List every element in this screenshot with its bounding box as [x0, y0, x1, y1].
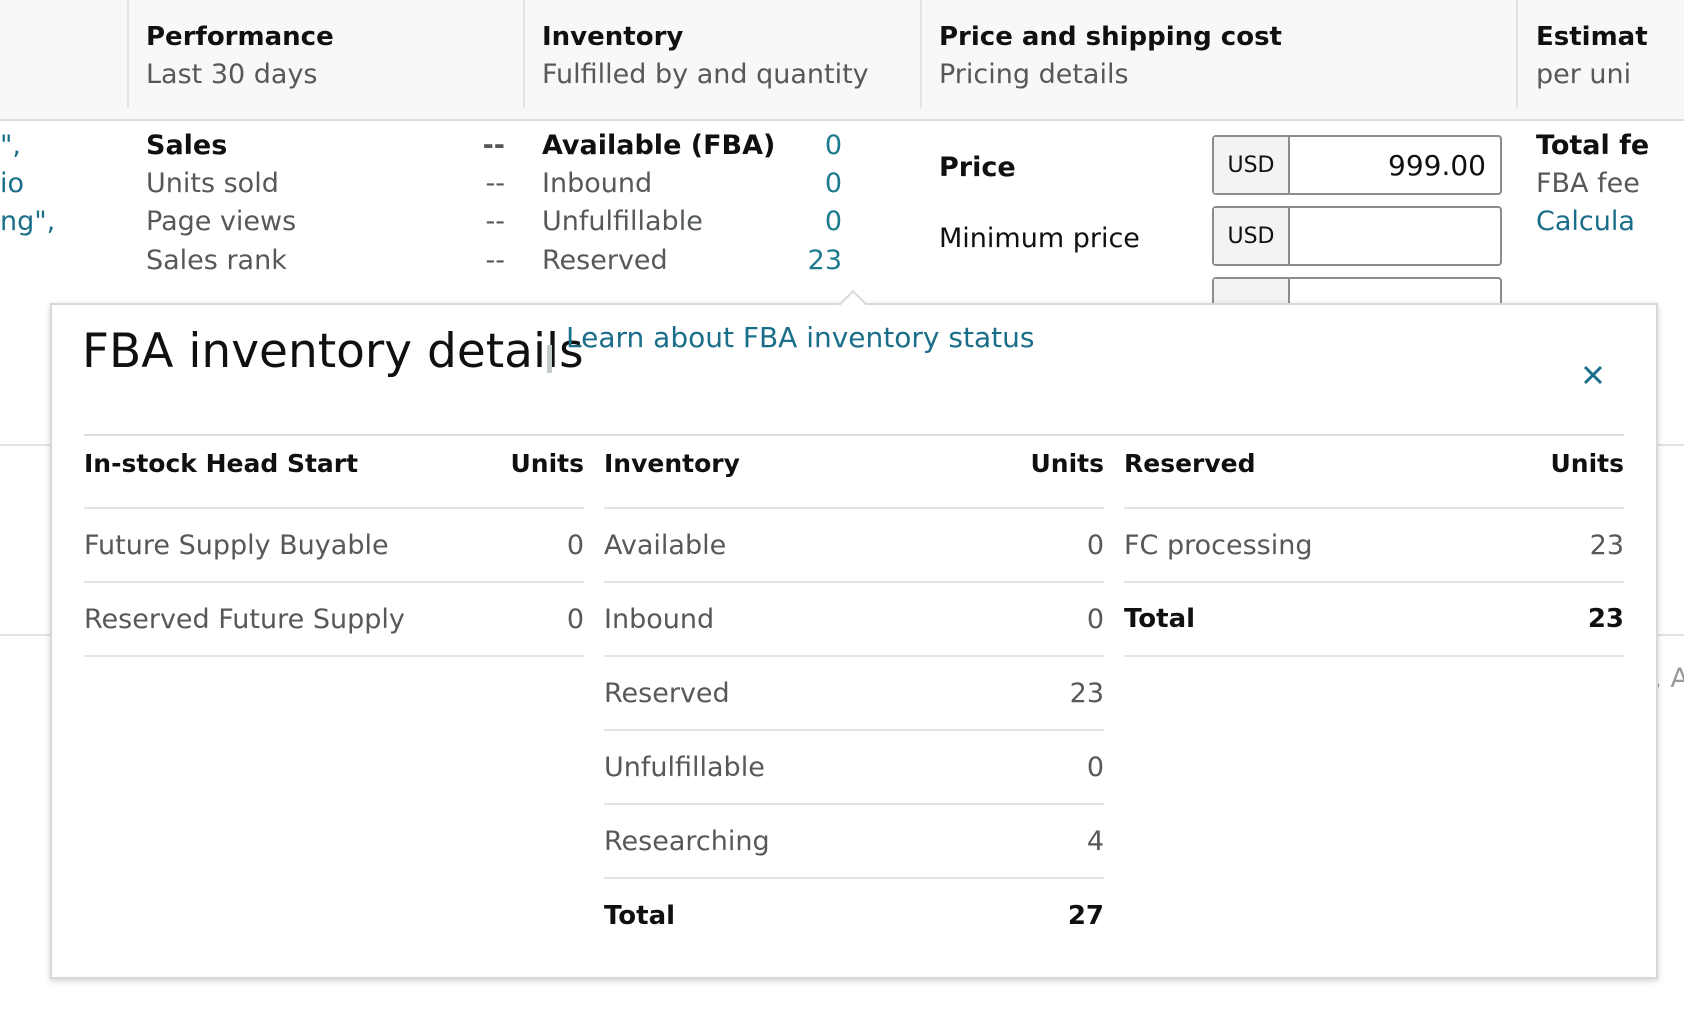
price-label: Price: [939, 152, 1016, 183]
row-label: Unfulfillable: [604, 751, 765, 783]
total-value: 23: [1587, 604, 1624, 634]
table-row: Reserved Future Supply 0: [84, 583, 584, 657]
total-value: 27: [1067, 901, 1104, 931]
estimate-header-title: Estimat: [1536, 22, 1648, 52]
total-row: Total 23: [1124, 583, 1624, 657]
table-row: Inbound 0: [604, 583, 1104, 657]
table-row: Unfulfillable 0: [604, 731, 1104, 805]
price-header-title: Price and shipping cost: [939, 22, 1282, 52]
unfulfillable-value[interactable]: 0: [780, 206, 842, 237]
units-header: Units: [510, 449, 585, 478]
reserved-table: Reserved Units FC processing 23 Total 23: [1124, 449, 1624, 657]
table-row: Future Supply Buyable 0: [84, 509, 584, 583]
price-currency: USD: [1214, 137, 1290, 193]
units-sold-value: --: [485, 168, 506, 199]
inventory-header-title: Inventory: [542, 22, 684, 52]
row-value: 23: [1589, 529, 1624, 561]
popover-title: FBA inventory details: [82, 324, 584, 379]
available-fba-value[interactable]: 0: [780, 130, 842, 161]
row-label: Future Supply Buyable: [84, 529, 389, 561]
minimum-price-label: Minimum price: [939, 223, 1140, 254]
learn-fba-status-link[interactable]: Learn about FBA inventory status: [566, 321, 1034, 354]
table-row: Available 0: [604, 509, 1104, 583]
total-row: Total 27: [604, 879, 1104, 953]
column-divider: [920, 0, 922, 108]
price-value[interactable]: 999.00: [1388, 137, 1486, 193]
total-fees-label: Total fe: [1536, 130, 1650, 161]
performance-header-subtitle: Last 30 days: [146, 59, 318, 90]
table-header-row: Reserved Units: [1124, 449, 1624, 509]
row-value: 4: [1086, 825, 1104, 857]
table-header-row: In-stock Head Start Units: [84, 449, 584, 509]
performance-header-title: Performance: [146, 22, 334, 52]
column-divider: [523, 0, 525, 108]
units-sold-label: Units sold: [146, 168, 279, 199]
calculate-link[interactable]: Calcula: [1536, 206, 1635, 237]
row-value: 0: [1086, 529, 1104, 561]
row-label: Inbound: [604, 603, 715, 635]
sales-value: --: [482, 130, 505, 161]
row-value: 0: [566, 529, 584, 561]
inbound-label: Inbound: [542, 168, 653, 199]
table-row: FC processing 23: [1124, 509, 1624, 583]
inventory-header-subtitle: Fulfilled by and quantity: [542, 59, 869, 90]
minimum-price-currency: USD: [1214, 208, 1290, 264]
inventory-header: Inventory: [604, 449, 740, 478]
page-views-value: --: [485, 206, 506, 237]
total-label: Total: [1124, 604, 1196, 634]
table-row: Reserved 23: [604, 657, 1104, 731]
row-value: 0: [1086, 751, 1104, 783]
title-separator: [547, 345, 552, 373]
product-name-link[interactable]: io: [0, 168, 24, 199]
sales-label: Sales: [146, 130, 228, 161]
page-views-label: Page views: [146, 206, 297, 237]
head-start-header: In-stock Head Start: [84, 449, 359, 478]
inbound-value[interactable]: 0: [780, 168, 842, 199]
reserved-label: Reserved: [542, 245, 668, 276]
row-label: Reserved: [604, 677, 730, 709]
product-name-link[interactable]: ng",: [0, 206, 55, 237]
popover-divider: [84, 434, 1624, 436]
units-header: Units: [1550, 449, 1625, 478]
units-header: Units: [1030, 449, 1105, 478]
reserved-value[interactable]: 23: [780, 245, 842, 276]
total-label: Total: [604, 901, 676, 931]
sales-rank-label: Sales rank: [146, 245, 287, 276]
row-label: Reserved Future Supply: [84, 603, 405, 635]
column-divider: [1516, 0, 1518, 108]
price-input[interactable]: USD 999.00: [1212, 135, 1502, 195]
table-row: Researching 4: [604, 805, 1104, 879]
minimum-price-input[interactable]: USD: [1212, 206, 1502, 266]
close-icon[interactable]: [1578, 360, 1608, 390]
inventory-table: Inventory Units Available 0 Inbound 0 Re…: [604, 449, 1104, 953]
price-header-subtitle: Pricing details: [939, 59, 1129, 90]
available-fba-label: Available (FBA): [542, 130, 776, 161]
product-name-link[interactable]: ",: [0, 130, 21, 161]
row-label: Researching: [604, 825, 770, 857]
head-start-table: In-stock Head Start Units Future Supply …: [84, 449, 584, 657]
row-label: FC processing: [1124, 529, 1313, 561]
table-header-row: Inventory Units: [604, 449, 1104, 509]
estimate-header-subtitle: per uni: [1536, 59, 1632, 90]
row-value: 23: [1069, 677, 1104, 709]
row-value: 0: [1086, 603, 1104, 635]
sales-rank-value: --: [485, 245, 506, 276]
row-label: Available: [604, 529, 727, 561]
unfulfillable-label: Unfulfillable: [542, 206, 703, 237]
reserved-header: Reserved: [1124, 449, 1256, 478]
column-divider: [127, 0, 129, 108]
fba-fee-label: FBA fee: [1536, 168, 1640, 199]
row-value: 0: [566, 603, 584, 635]
